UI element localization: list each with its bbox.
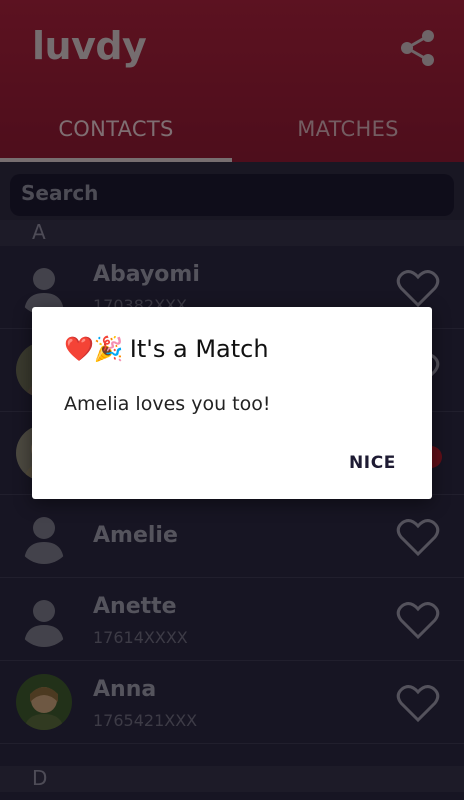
nice-button[interactable]: NICE	[349, 453, 396, 473]
heart-party-emoji-icon: ❤️🎉	[64, 335, 124, 363]
dialog-title: ❤️🎉 It's a Match	[64, 335, 269, 363]
dialog-title-text: It's a Match	[129, 335, 269, 363]
dialog-message: Amelia loves you too!	[64, 393, 271, 415]
match-dialog: ❤️🎉 It's a Match Amelia loves you too! N…	[32, 307, 432, 499]
